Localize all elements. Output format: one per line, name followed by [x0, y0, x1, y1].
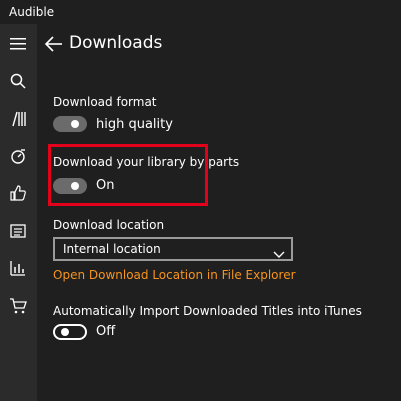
download-location-label: Download location — [53, 218, 165, 232]
app-title: Audible — [9, 5, 55, 19]
itunes-import-toggle[interactable] — [53, 324, 87, 340]
discover-icon[interactable] — [8, 146, 28, 166]
itunes-import-label: Automatically Import Downloaded Titles i… — [53, 304, 362, 318]
download-location-value: Internal location — [63, 242, 161, 256]
hamburger-menu-icon[interactable] — [8, 34, 28, 54]
stats-icon[interactable] — [8, 258, 28, 278]
highlight-box — [48, 144, 208, 206]
toggle-knob — [71, 120, 79, 128]
by-parts-label: Download your library by parts — [53, 155, 240, 169]
sidebar — [0, 24, 37, 401]
download-format-toggle[interactable] — [53, 116, 87, 132]
title-bar: Audible — [0, 0, 401, 24]
by-parts-value: On — [96, 178, 115, 193]
toggle-knob — [71, 182, 79, 190]
download-format-label: Download format — [53, 95, 157, 109]
by-parts-toggle[interactable] — [53, 178, 87, 194]
itunes-import-value: Off — [96, 324, 116, 339]
cart-icon[interactable] — [8, 296, 28, 316]
back-arrow-icon[interactable] — [44, 34, 64, 54]
toggle-knob — [61, 328, 69, 336]
list-icon[interactable] — [8, 221, 28, 241]
chevron-down-icon — [273, 244, 285, 258]
download-format-value: high quality — [96, 117, 173, 132]
main-panel: Downloads Download format high quality D… — [37, 24, 401, 401]
open-download-location-link[interactable]: Open Download Location in File Explorer — [53, 268, 296, 282]
page-header: Downloads — [37, 24, 401, 64]
download-location-select[interactable]: Internal location — [53, 237, 293, 261]
page-title: Downloads — [69, 33, 163, 53]
library-icon[interactable] — [8, 109, 28, 129]
thumbs-up-icon[interactable] — [8, 183, 28, 203]
search-icon[interactable] — [8, 71, 28, 91]
